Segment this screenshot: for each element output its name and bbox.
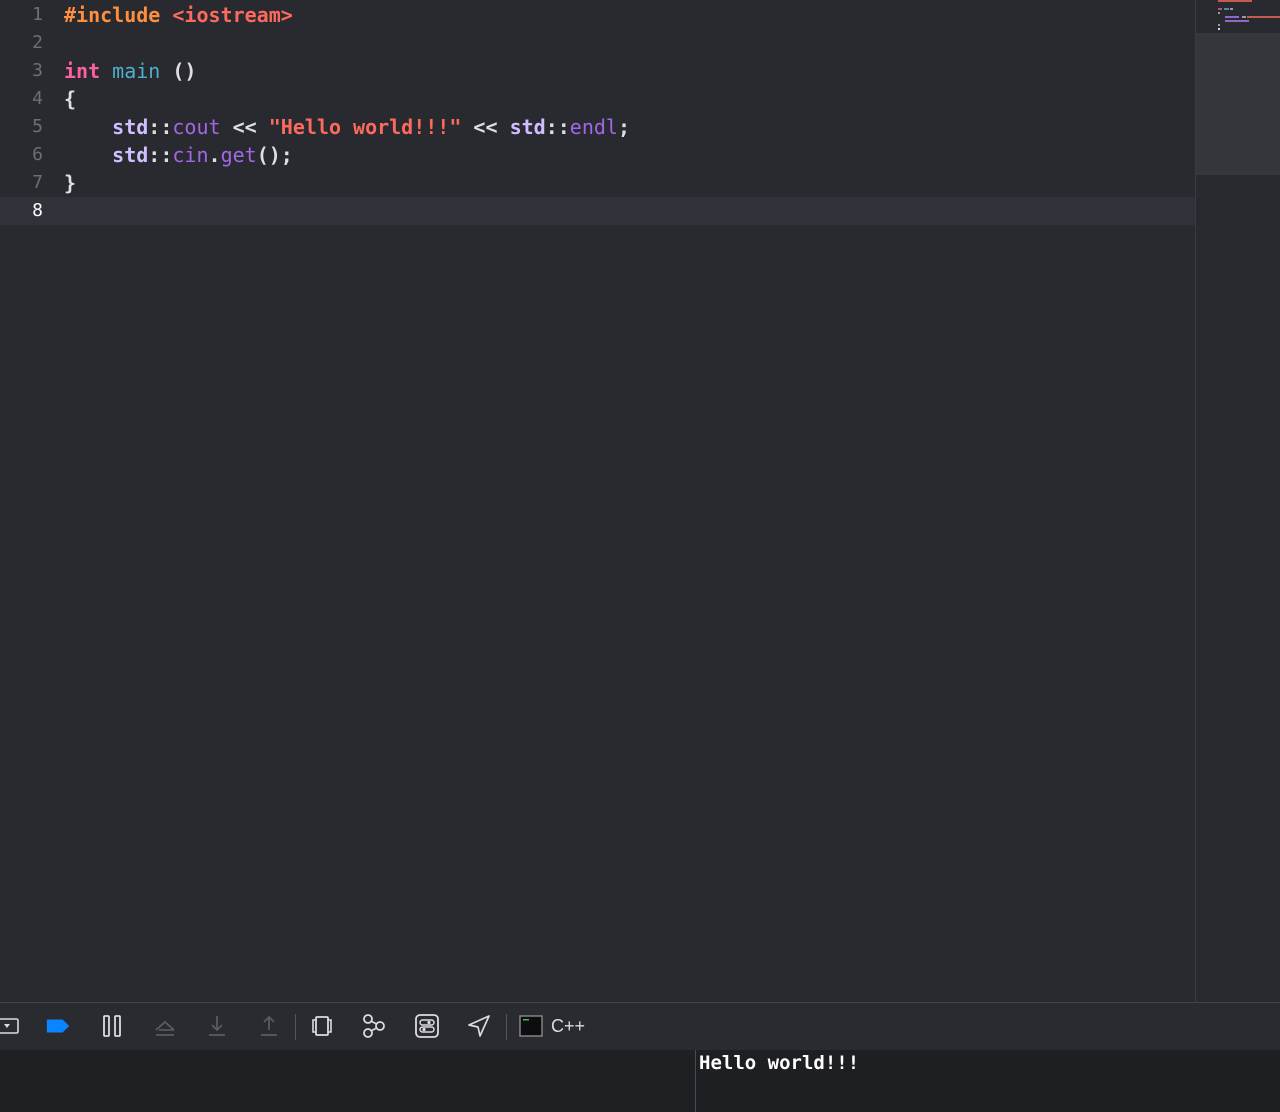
code-token-pun: [64, 143, 112, 167]
code-token-pun: ::: [148, 115, 173, 139]
line-code: std::cin.get();: [64, 141, 293, 169]
minimap-line-4: [1218, 12, 1220, 14]
code-line[interactable]: 1 #include <iostream>: [0, 1, 1195, 29]
code-token-kw: int: [64, 59, 101, 83]
minimap-line-5: [1225, 16, 1239, 18]
step-over-icon: [155, 1020, 175, 1036]
line-number: 7: [32, 172, 43, 193]
hide-debug-area-button[interactable]: [0, 1013, 20, 1039]
code-token-mem: cout: [172, 115, 221, 139]
environment-overrides-button[interactable]: [414, 1013, 440, 1039]
code-token-pun: ;: [617, 115, 630, 139]
code-token-pun: ::: [545, 115, 570, 139]
code-token-mem: get: [220, 143, 257, 167]
code-token-ns: std: [112, 115, 149, 139]
minimap-line-3: [1218, 8, 1222, 10]
code-token-str: "Hello world!!!": [268, 115, 462, 139]
code-token-pun: <<: [220, 115, 269, 139]
breakpoints-toggle-button[interactable]: [45, 1013, 71, 1039]
minimap-line-3c: [1230, 8, 1233, 10]
code-token-str: <iostream>: [172, 3, 293, 27]
step-out-icon: [261, 1015, 277, 1036]
code-token-pun: {: [64, 87, 77, 111]
line-code: std::cout << "Hello world!!!" << std::en…: [64, 113, 630, 141]
code-line[interactable]: 7}: [0, 169, 1195, 197]
minimap-line-5b: [1242, 16, 1246, 18]
line-code: #include <iostream>: [64, 1, 293, 29]
code-line[interactable]: 5 std::cout << "Hello world!!!" << std::…: [0, 113, 1195, 141]
view-hierarchy-button[interactable]: [309, 1013, 335, 1039]
environment-overrides-icon: [415, 1014, 439, 1038]
memory-graph-button[interactable]: [361, 1013, 387, 1039]
minimap-line-5c: [1247, 16, 1280, 18]
scheme-label[interactable]: C++: [551, 1016, 585, 1037]
step-out-button[interactable]: [256, 1013, 282, 1039]
step-into-icon: [209, 1016, 225, 1036]
code-editor[interactable]: 1 #include <iostream> 2 3 int main () 4{5 std…: [0, 0, 1195, 1002]
view-hierarchy-icon: [312, 1016, 332, 1036]
code-token-pun: ();: [256, 143, 293, 167]
line-code: }: [64, 169, 76, 197]
code-token-pun: .: [208, 143, 221, 167]
code-token-ns: std: [509, 115, 546, 139]
hide-panel-icon: [0, 1018, 19, 1034]
code-line[interactable]: 2: [0, 29, 1195, 57]
code-token-mem: cin: [172, 143, 209, 167]
step-into-button[interactable]: [204, 1013, 230, 1039]
code-token-mem: endl: [569, 115, 618, 139]
pause-button[interactable]: [99, 1013, 125, 1039]
code-token-pun: ::: [148, 143, 173, 167]
minimap-line-6: [1225, 20, 1249, 22]
line-code: int main (): [64, 57, 196, 85]
code-line[interactable]: 4{: [0, 85, 1195, 113]
code-token-pre: #include: [64, 3, 173, 27]
console-output: Hello world!!!: [699, 1052, 860, 1074]
minimap-viewport[interactable]: [1196, 33, 1280, 175]
debug-area: Hello world!!!: [0, 1050, 1280, 1112]
line-number: 5: [32, 116, 43, 137]
minimap-line-7: [1218, 24, 1220, 26]
line-number: 4: [32, 88, 43, 109]
code-token-pun: [64, 115, 112, 139]
line-number: 1: [32, 4, 43, 25]
minimap-line-3b: [1224, 8, 1229, 10]
debug-bar: C++: [0, 1002, 1280, 1051]
line-code: {: [64, 85, 76, 113]
line-number: 8: [32, 200, 43, 221]
code-token-pun: <<: [461, 115, 510, 139]
code-token-pun: (): [160, 59, 197, 83]
line-number: 2: [32, 32, 43, 53]
line-number: 6: [32, 144, 43, 165]
breakpoint-icon: [46, 1019, 70, 1033]
simulate-location-button[interactable]: [466, 1013, 492, 1039]
code-line[interactable]: 8: [0, 197, 1195, 225]
minimap-line-8: [1218, 28, 1220, 30]
code-line[interactable]: 3 int main (): [0, 57, 1195, 85]
code-line[interactable]: 6 std::cin.get();: [0, 141, 1195, 169]
code-token-fn: main: [112, 59, 161, 83]
toolbar-separator: [506, 1014, 507, 1040]
minimap-line-1: [1218, 0, 1252, 2]
minimap[interactable]: [1195, 0, 1280, 1002]
toolbar-separator: [295, 1014, 296, 1040]
code-token-ns: std: [112, 143, 149, 167]
terminal-icon: [519, 1015, 543, 1037]
location-icon: [468, 1015, 490, 1037]
code-token-pun: [100, 59, 112, 83]
code-token-pun: }: [64, 171, 77, 195]
step-over-button[interactable]: [152, 1013, 178, 1039]
memory-graph-icon: [363, 1014, 385, 1038]
variables-view[interactable]: [0, 1050, 695, 1112]
scheme-target-button[interactable]: [518, 1013, 544, 1039]
pause-icon: [103, 1015, 121, 1037]
line-number: 3: [32, 60, 43, 81]
console-view[interactable]: Hello world!!!: [696, 1050, 1280, 1112]
